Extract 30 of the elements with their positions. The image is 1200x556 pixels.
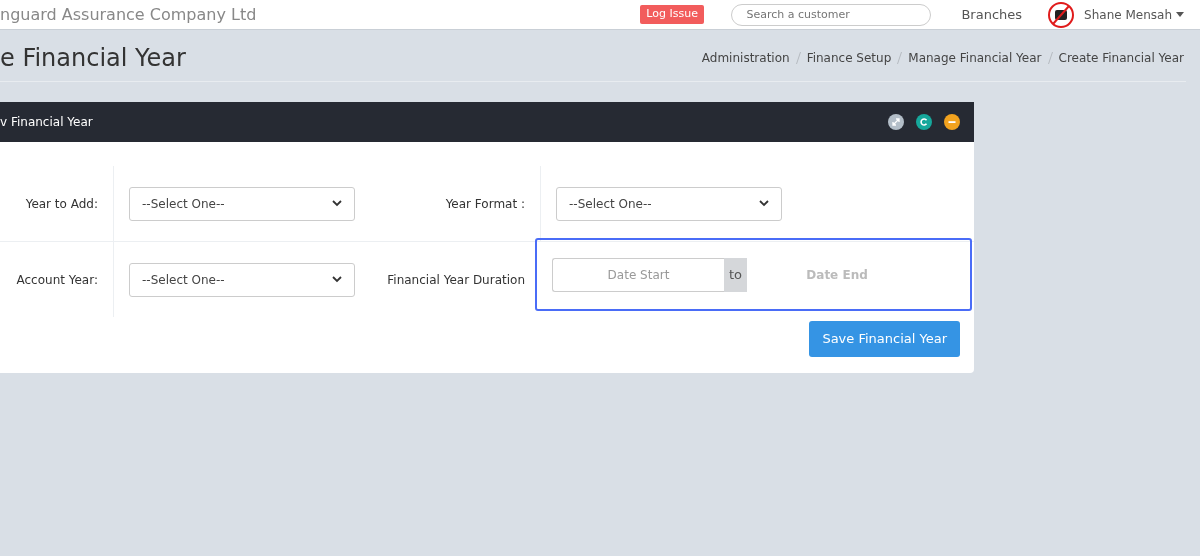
breadcrumb-separator-icon (897, 52, 903, 64)
field-label: Year to Add: (25, 195, 98, 213)
breadcrumb-link[interactable]: Manage Financial Year (908, 49, 1042, 67)
refresh-icon[interactable] (916, 114, 932, 130)
breadcrumb-link[interactable]: Administration (701, 49, 790, 67)
page-title: e Financial Year (0, 43, 186, 73)
branches-link[interactable]: Branches (961, 4, 1023, 25)
select-field[interactable]: --Select One-- (556, 186, 782, 221)
field-label: Account Year: (16, 271, 98, 289)
minus-icon[interactable] (944, 114, 960, 130)
select-field[interactable]: --Select One-- (129, 262, 355, 297)
field-label: Year Format : (445, 195, 525, 213)
date-start-field[interactable]: Date Start (552, 257, 724, 292)
search-field[interactable]: Search a customer (731, 3, 932, 26)
chevron-icon (759, 200, 769, 207)
chevron-icon (332, 276, 342, 283)
breadcrumb-separator-icon (1047, 52, 1053, 64)
card-title: v Financial Year (0, 114, 93, 131)
caret-icon[interactable] (1176, 12, 1184, 17)
avatar-icon[interactable] (1046, 1, 1077, 28)
field-label: Financial Year Duration (387, 271, 525, 289)
range-separator: to (724, 257, 748, 292)
chevron-icon (332, 200, 342, 207)
breadcrumb-link[interactable]: Create Financial Year (1058, 49, 1184, 67)
breadcrumb-separator-icon (795, 52, 801, 64)
expand-icon[interactable] (888, 114, 904, 130)
user-menu[interactable]: Shane Mensah (1084, 5, 1172, 24)
select-field[interactable]: --Select One-- (129, 186, 355, 221)
breadcrumb-link[interactable]: Finance Setup (806, 49, 892, 67)
company-name: nguard Assurance Company Ltd (0, 3, 257, 26)
